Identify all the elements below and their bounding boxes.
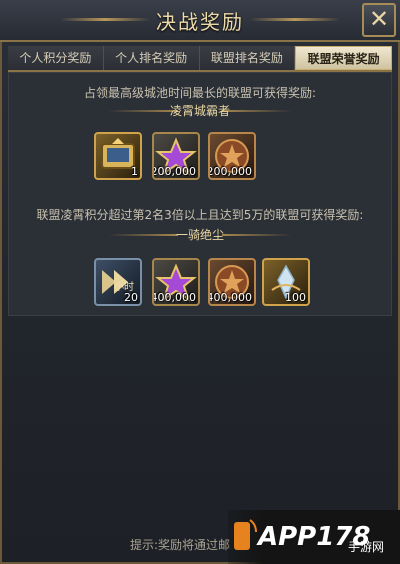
app178-logo-icon (234, 519, 257, 550)
tab-alliance-rank[interactable]: 联盟排名奖励 (199, 46, 296, 70)
reward-item-purple-star[interactable]: 400,000 (152, 258, 200, 306)
reward-qty: 400,000 (208, 291, 252, 304)
reward-item-bronze-star[interactable]: 200,000 (208, 132, 256, 180)
reward-qty: 400,000 (152, 291, 196, 304)
close-icon: ✕ (368, 5, 390, 33)
section1-description: 占领最高级城池时间最长的联盟可获得奖励: (83, 86, 317, 100)
section2-title: 一骑绝尘 (175, 228, 224, 242)
tab-personal-points[interactable]: 个人积分奖励 (8, 46, 104, 70)
reward-qty: 100 (285, 291, 306, 304)
section1-title: 凌霄城霸者 (169, 104, 230, 118)
tab-alliance-honor[interactable]: 联盟荣誉奖励 (295, 46, 392, 70)
reward-qty: 200,000 (152, 165, 196, 178)
reward-qty: 1 (131, 165, 138, 178)
reward-qty: 200,000 (208, 165, 252, 178)
reward-item-crystal[interactable]: 100 (262, 258, 310, 306)
reward-item-bronze-star[interactable]: 400,000 (208, 258, 256, 306)
close-button[interactable]: ✕ (362, 3, 396, 37)
watermark-cn: 手游网 (348, 540, 385, 554)
reward-item-purple-star[interactable]: 200,000 (152, 132, 200, 180)
title-bar: 决战奖励 ✕ (0, 0, 400, 42)
reward-item-throne[interactable]: 1 (94, 132, 142, 180)
window-title: 决战奖励 (156, 10, 244, 34)
reward-item-speedup[interactable]: 小时 20 (94, 258, 142, 306)
tab-personal-rank[interactable]: 个人排名奖励 (103, 46, 200, 70)
tab-bar: 个人积分奖励 个人排名奖励 联盟排名奖励 联盟荣誉奖励 (8, 46, 392, 72)
reward-qty: 20 (124, 291, 138, 304)
section2-description: 联盟凌霄积分超过第2名3倍以上且达到5万的联盟可获得奖励: (36, 208, 364, 222)
hint-text: 提示:奖励将通过邮 (130, 538, 231, 552)
